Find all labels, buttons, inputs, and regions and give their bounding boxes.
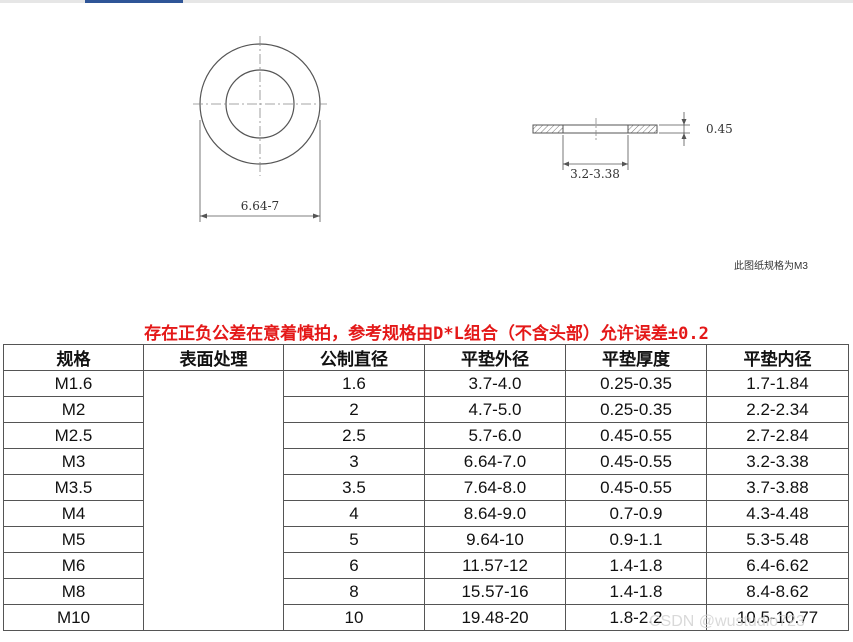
header-metric-diameter: 公制直径 [283,344,425,371]
scale-note: 此图纸规格为M3 [734,261,808,272]
inner-arrow-right [622,161,628,167]
cell-metric-diameter: 10 [283,604,425,631]
cell-outer-diameter: 15.57-16 [424,578,566,605]
cell-outer-diameter: 6.64-7.0 [424,448,566,475]
cell-outer-diameter: 4.7-5.0 [424,396,566,423]
header-outer-diameter: 平垫外径 [424,344,566,371]
cell-thickness: 0.25-0.35 [565,396,707,423]
cell-thickness: 0.45-0.55 [565,422,707,449]
cell-spec: M1.6 [3,370,144,397]
cell-thickness: 0.7-0.9 [565,500,707,527]
table-row: M5 5 9.64-10 0.9-1.1 5.3-5.48 [3,526,849,553]
table-row: M8 8 15.57-16 1.4-1.8 8.4-8.62 [3,578,849,605]
cell-spec: M2 [3,396,144,423]
cell-inner-diameter: 1.7-1.84 [706,370,849,397]
table-header-row: 规格 表面处理 公制直径 平垫外径 平垫厚度 平垫内径 [3,344,849,371]
cell-thickness: 0.25-0.35 [565,370,707,397]
thickness-arrow-bottom [681,133,687,139]
cell-spec: M3 [3,448,144,475]
tolerance-warning: 存在正负公差在意着慎拍，参考规格由D*L组合（不含头部）允许误差±0.2 [144,324,709,344]
table-row: M2.5 2.5 5.7-6.0 0.45-0.55 2.7-2.84 [3,422,849,449]
cell-outer-diameter: 3.7-4.0 [424,370,566,397]
cell-outer-diameter: 19.48-20 [424,604,566,631]
cell-spec: M4 [3,500,144,527]
header-surface: 表面处理 [143,344,284,371]
cell-outer-diameter: 8.64-9.0 [424,500,566,527]
arrow-right [313,213,320,219]
table-row: M3 3 6.64-7.0 0.45-0.55 3.2-3.38 [3,448,849,475]
header-spec: 规格 [3,344,144,371]
spec-table: 规格 表面处理 公制直径 平垫外径 平垫厚度 平垫内径 M1.6 1.6 3.7… [3,344,849,631]
cell-metric-diameter: 3 [283,448,425,475]
inner-diameter-label: 3.2-3.38 [570,167,620,181]
cell-metric-diameter: 1.6 [283,370,425,397]
inner-arrow-left [563,161,569,167]
table-row: M3.5 3.5 7.64-8.0 0.45-0.55 3.7-3.88 [3,474,849,501]
outer-diameter-label: 6.64-7 [241,199,279,213]
thickness-arrow-top [681,119,687,125]
header-thickness: 平垫厚度 [565,344,707,371]
cell-thickness: 0.45-0.55 [565,448,707,475]
watermark: CSDN @wustudio723 [649,613,805,630]
cell-thickness: 1.4-1.8 [565,578,707,605]
cell-inner-diameter: 5.3-5.48 [706,526,849,553]
cell-metric-diameter: 2.5 [283,422,425,449]
table-row: M1.6 1.6 3.7-4.0 0.25-0.35 1.7-1.84 [3,370,849,631]
cell-spec: M8 [3,578,144,605]
cell-metric-diameter: 5 [283,526,425,553]
cell-outer-diameter: 11.57-12 [424,552,566,579]
cell-metric-diameter: 6 [283,552,425,579]
section-left-part [532,124,564,134]
section-bore [562,124,629,134]
thickness-label: 0.45 [706,122,733,136]
cell-inner-diameter: 2.7-2.84 [706,422,849,449]
cell-spec: M3.5 [3,474,144,501]
cell-metric-diameter: 3.5 [283,474,425,501]
cell-thickness: 0.9-1.1 [565,526,707,553]
cell-metric-diameter: 4 [283,500,425,527]
cell-spec: M2.5 [3,422,144,449]
cell-outer-diameter: 7.64-8.0 [424,474,566,501]
arrow-left [200,213,207,219]
washer-drawing: 6.64-7 0.45 3.2-3.38 [193,36,733,222]
cell-outer-diameter: 9.64-10 [424,526,566,553]
cell-spec: M10 [3,604,144,631]
cell-inner-diameter: 4.3-4.48 [706,500,849,527]
table-row: M6 6 11.57-12 1.4-1.8 6.4-6.62 [3,552,849,579]
washer-front-view: 6.64-7 [193,36,327,222]
cell-inner-diameter: 2.2-2.34 [706,396,849,423]
cell-spec: M5 [3,526,144,553]
cell-inner-diameter: 3.2-3.38 [706,448,849,475]
washer-section-view: 0.45 3.2-3.38 [532,112,733,181]
cell-metric-diameter: 2 [283,396,425,423]
cell-inner-diameter: 6.4-6.62 [706,552,849,579]
header-inner-diameter: 平垫内径 [706,344,849,371]
cell-spec: M6 [3,552,144,579]
table-row: M4 4 8.64-9.0 0.7-0.9 4.3-4.48 [3,500,849,527]
cell-thickness: 1.4-1.8 [565,552,707,579]
table-row: M2 2 4.7-5.0 0.25-0.35 2.2-2.34 [3,396,849,423]
cell-thickness: 0.45-0.55 [565,474,707,501]
cell-surface-merged [143,370,284,631]
cell-outer-diameter: 5.7-6.0 [424,422,566,449]
section-right-part [627,124,658,134]
cell-metric-diameter: 8 [283,578,425,605]
cell-inner-diameter: 8.4-8.62 [706,578,849,605]
cell-inner-diameter: 3.7-3.88 [706,474,849,501]
